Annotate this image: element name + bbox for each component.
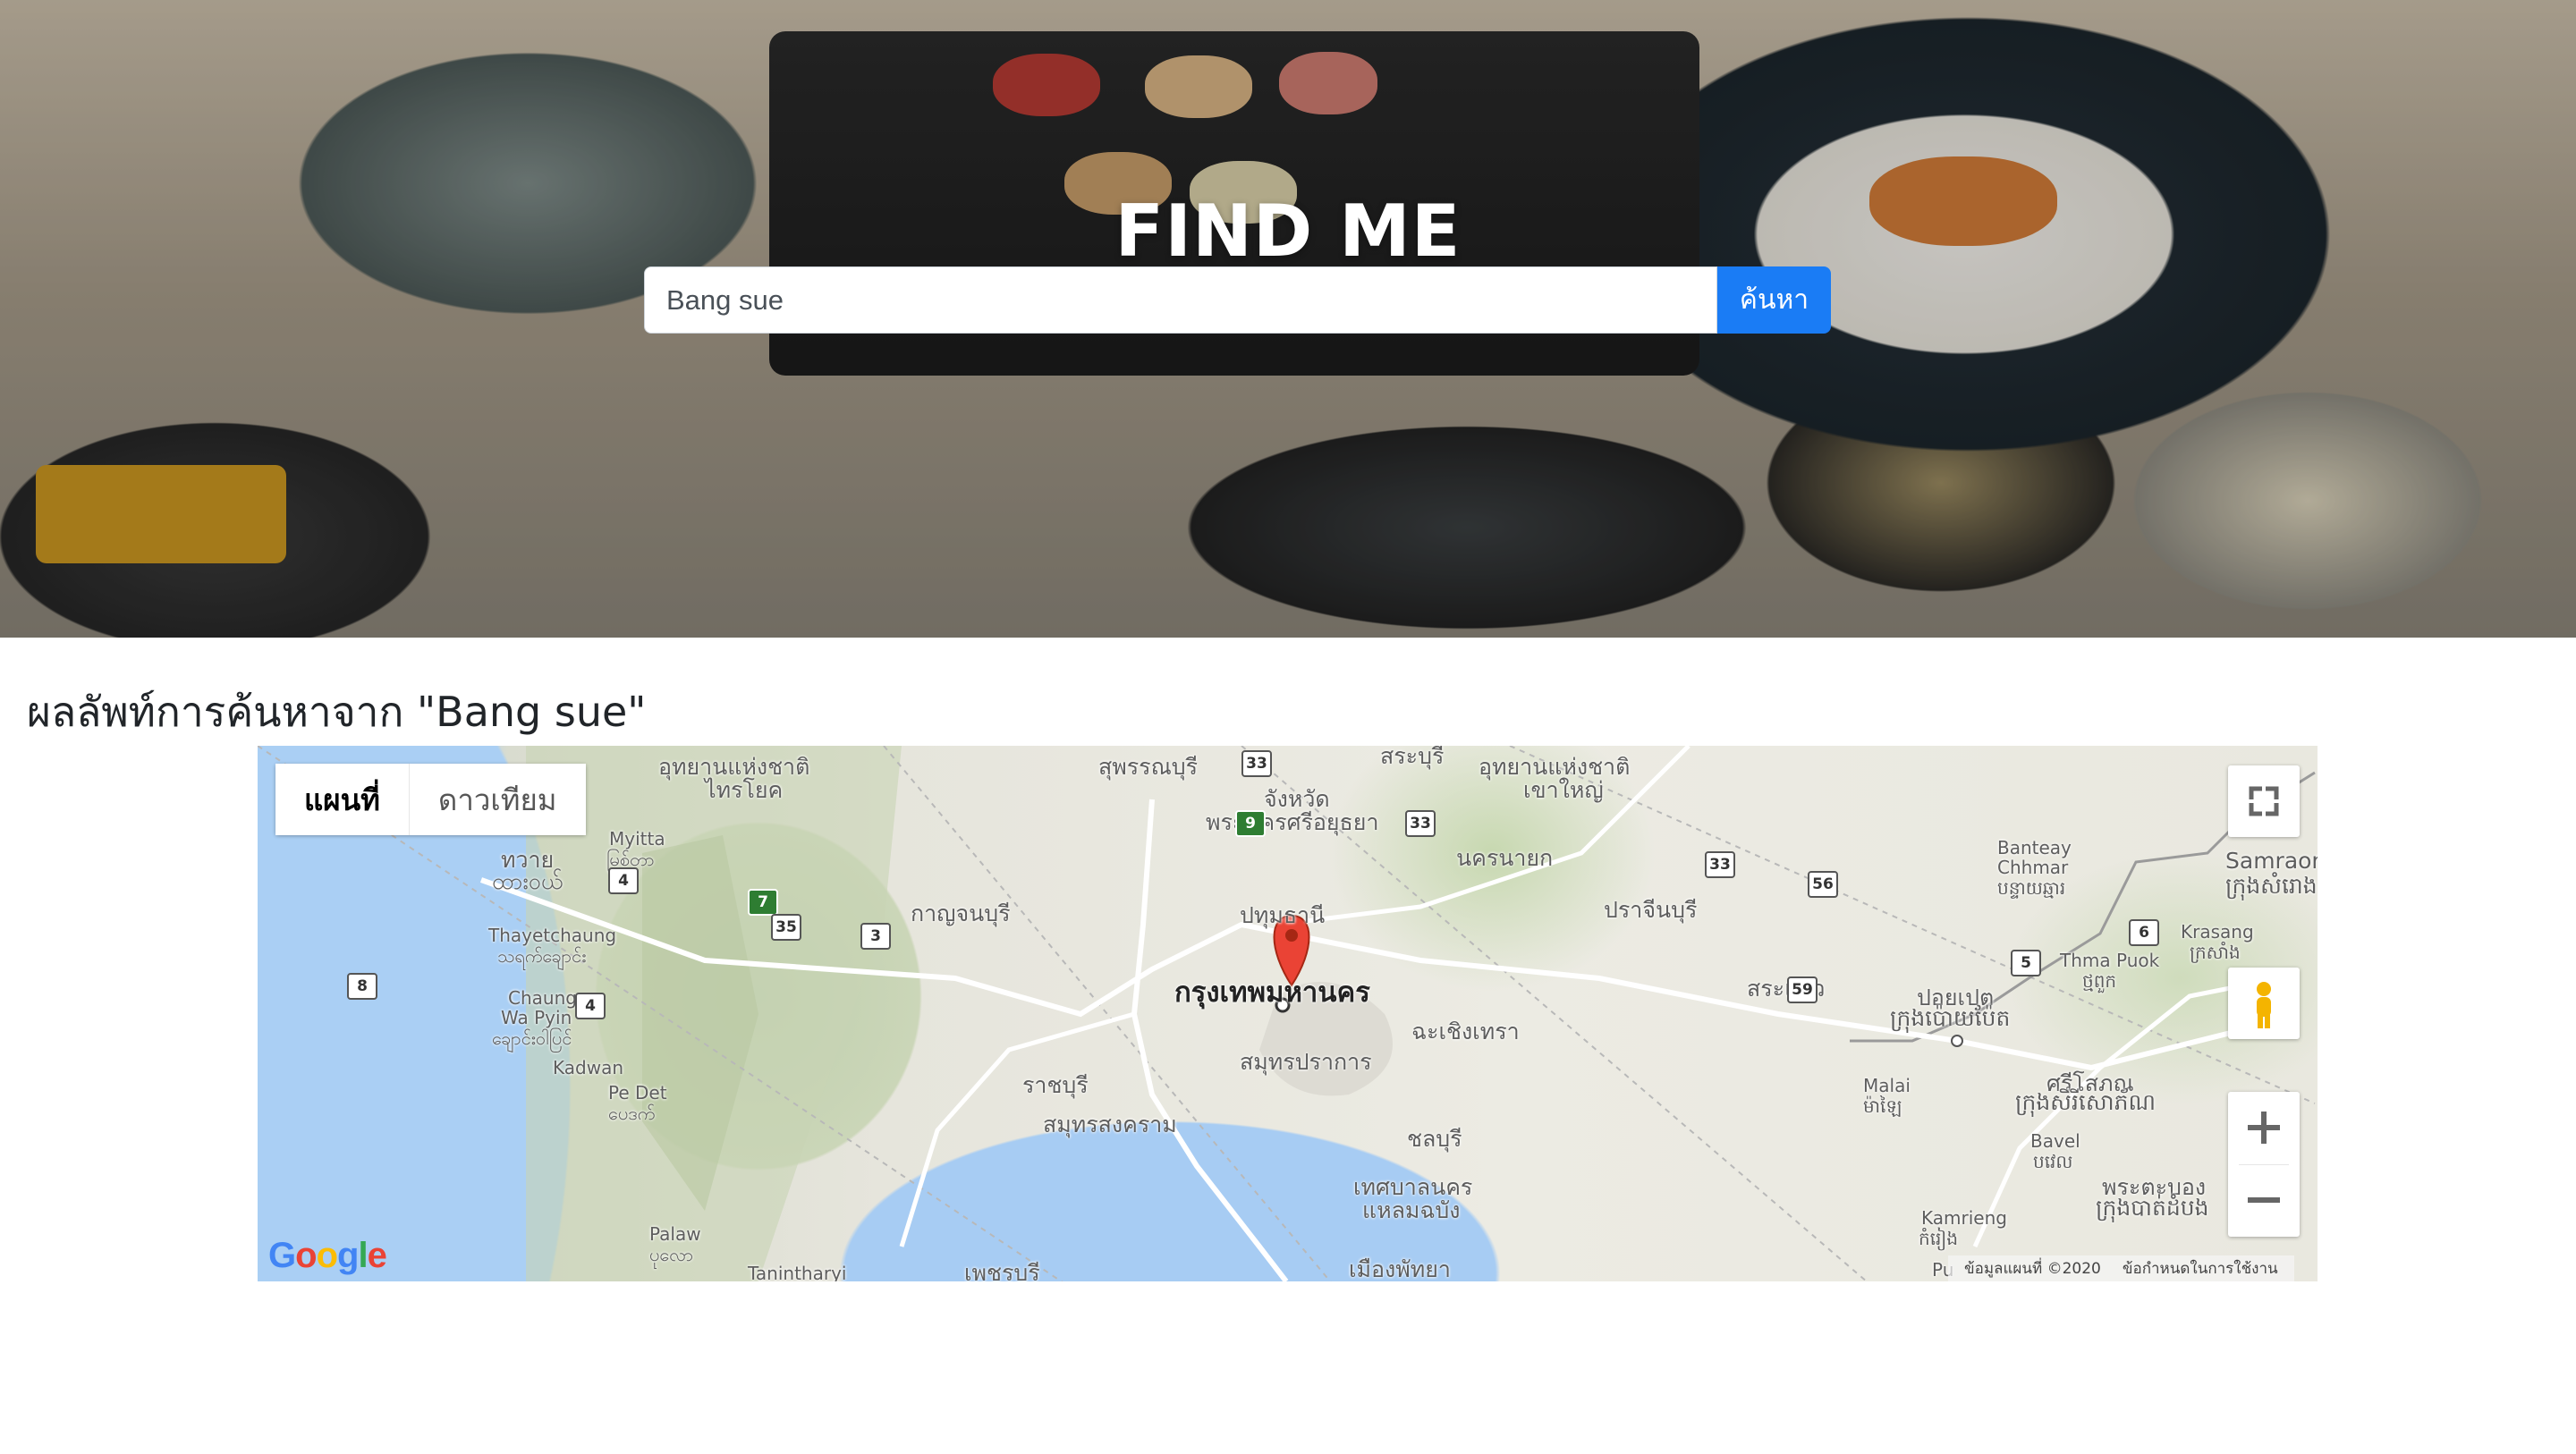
google-logo: Google [268,1236,387,1275]
map-place-label: Palaw [649,1223,701,1245]
zoom-out-button[interactable] [2228,1164,2300,1237]
map-place-label: Banteay [1997,837,2072,858]
route-shield: 5 [2011,950,2041,976]
map-place-label: Chhmar [1997,857,2069,878]
route-shield: 35 [771,914,801,941]
map-place-label: เพชรบุรี [964,1260,1040,1281]
map-place-label: ក្រសាំង [2190,942,2241,963]
route-shield: 3 [860,923,891,950]
map-place-label: ក្រុងប៉ោយប៉ែត [1890,1005,2011,1031]
map-place-label: ปทุมธานี [1240,902,1326,928]
map-place-label: ချောင်းဝါပြင် [492,1027,572,1049]
map-place-label: Wa Pyin [501,1007,572,1028]
map-place-label: Kadwan [553,1057,624,1078]
route-shield: 4 [575,993,606,1019]
zoom-control [2228,1092,2300,1237]
search-input[interactable] [644,266,1717,334]
map-place-label: กรุงเทพมหานคร [1174,976,1370,1009]
route-shield: 4 [608,867,639,894]
zoom-in-button[interactable] [2228,1092,2300,1164]
page-title: FIND ME [1114,189,1462,273]
map-place-label: กาญจนบุรี [911,900,1011,926]
fullscreen-button[interactable] [2228,765,2300,837]
map-place-label: ปราจีนบุรี [1604,897,1698,923]
map-type-map-button[interactable]: แผนที่ [275,764,410,835]
map-place-label: สมุทรสงคราม [1043,1112,1177,1137]
map-place-label: Thayetchaung [488,925,617,946]
map-terms-link[interactable]: ข้อกำหนดในการใช้งาน [2123,1256,2278,1281]
map-place-label: Samraong [2225,848,2318,874]
map-place-label: Pe Det [608,1082,667,1103]
route-shield: 56 [1808,871,1838,898]
map-place-label: Malai [1863,1075,1911,1096]
fullscreen-icon [2249,786,2279,816]
map-place-label: ပေဒက် [608,1103,656,1124]
route-shield: 59 [1787,976,1818,1003]
map-place-label: បន្ទាយឆ្មារ [1997,877,2066,899]
map-place-label: ក្រុងសិរីសោភ័ណ [2015,1089,2156,1115]
map-place-label: สระบุรี [1380,746,1445,769]
map-place-label: สมุทรปราการ [1240,1049,1372,1075]
map-place-label: ក្រុងបាត់ដំបង [2096,1195,2209,1221]
map-place-label: ម៉ាឡៃ [1863,1095,1902,1117]
route-shield: 33 [1241,750,1272,777]
map-place-label: พระนครศรีอยุธยา [1206,809,1379,835]
map-place-label: ฉะเชิงเทรา [1411,1019,1520,1044]
map-place-label: Thma Puok [2060,950,2160,971]
route-shield: 9 [1235,810,1266,837]
street-view-pegman-button[interactable] [2228,968,2300,1039]
route-shield: 33 [1705,851,1735,878]
map-place-label: แหลมฉบัง [1362,1197,1461,1223]
map-place-label: ชลบุรี [1407,1126,1462,1152]
map-place-label: สุพรรณบุรี [1098,754,1199,780]
route-shield: 8 [347,973,377,1000]
map-attribution: ข้อมูลแผนที่ ©2020 ข้อกำหนดในการใช้งาน [1948,1255,2294,1281]
map-place-label: เขาใหญ่ [1523,777,1604,803]
map-place-label: ထားဝယ် [492,868,564,894]
results-heading: ผลลัพท์การค้นหาจาก "Bang sue" [27,688,647,736]
map-place-label: ราชบุรี [1022,1072,1089,1098]
map-place-label: ไทรโยค [705,777,784,803]
map-place-label: ပုလော [649,1244,694,1265]
pegman-icon [2257,982,2271,1028]
map-place-label: ក្រុងសំរោង [2225,873,2318,899]
route-shield: 6 [2129,919,2159,946]
map-place-label: Chaung [508,987,577,1009]
map-type-satellite-button[interactable]: ดาวเทียม [409,764,586,835]
map-place-label: Kamrieng [1921,1207,2007,1229]
map-data-credit: ข้อมูลแผนที่ ©2020 [1964,1260,2101,1278]
map-place-label: ថ្មពួក [2082,970,2117,992]
minus-icon [2248,1197,2280,1203]
map-place-label: เมืองพัทยา [1349,1256,1451,1281]
map-place-label: បវេល [2033,1151,2073,1172]
map-place-label: Myitta [609,828,665,850]
hero-banner: FIND ME ค้นหา [0,0,2576,638]
map-place-label: កំរៀង [1919,1228,1959,1249]
map-place-label: Tanintharyi [748,1263,847,1281]
map-place-label: သရက်ချောင်း [497,945,587,967]
map-view[interactable]: อุทยานแห่งชาติ ไทรโยค สุพรรณบุรี จังหวัด… [258,746,2318,1281]
route-shield: 33 [1405,810,1436,837]
search-bar: ค้นหา [644,266,1831,334]
map-place-label: นครนายก [1456,845,1554,871]
map-type-control: แผนที่ ดาวเทียม [275,764,586,835]
search-button[interactable]: ค้นหา [1717,266,1831,334]
map-place-label: Krasang [2181,921,2254,943]
plus-icon [2248,1112,2280,1144]
map-place-label: Bavel [2030,1130,2080,1152]
route-shield: 7 [748,889,778,916]
